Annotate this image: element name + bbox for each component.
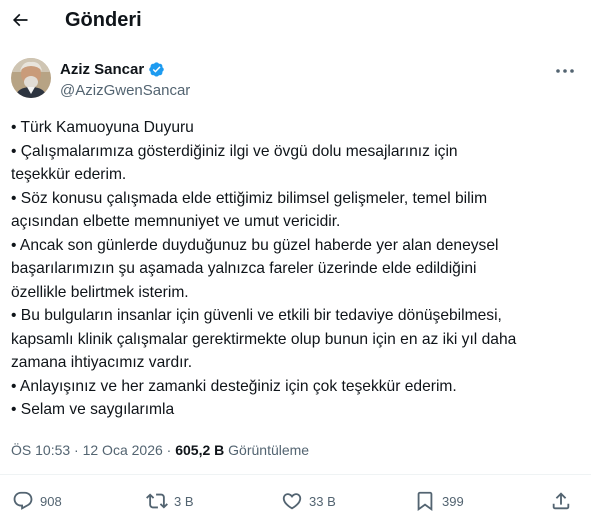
reply-icon [13, 491, 33, 510]
reply-button[interactable]: 908 [12, 490, 62, 512]
tweet-line: • Bu bulguların insanlar için güvenli ve… [11, 307, 502, 324]
like-count: 33 B [309, 493, 336, 509]
bookmark-button[interactable]: 399 [414, 490, 464, 512]
tweet-metadata: ÖS 10:53 · 12 Oca 2026 · 605,2 B Görüntü… [11, 442, 309, 458]
repost-icon [146, 493, 168, 509]
views-count: 605,2 B [175, 442, 225, 458]
tweet-line: • Ancak son günlerde duyduğunuz bu güzel… [11, 236, 499, 254]
bookmark-count: 399 [442, 493, 464, 509]
repost-count: 3 B [174, 493, 194, 509]
bookmark-icon [417, 491, 433, 512]
profile-photo [11, 58, 51, 98]
divider [0, 474, 591, 475]
tweet-line: • Türk Kamuoyuna Duyuru [11, 119, 194, 136]
arrow-left-icon [12, 13, 28, 27]
page-title: Gönderi [65, 9, 142, 31]
timestamp[interactable]: ÖS 10:53 · 12 Oca 2026 · [11, 442, 175, 458]
heart-icon [282, 493, 302, 510]
more-options-button[interactable] [553, 61, 577, 81]
tweet-line: • Söz konusu çalışmada elde ettiğimiz bi… [11, 189, 488, 207]
tweet-line: zamana ihtiyacımız vardır. [11, 354, 193, 371]
repost-button[interactable]: 3 B [146, 490, 194, 512]
back-button[interactable] [6, 6, 34, 34]
tweet-line: • Çalışmalarımıza gösterdiğiniz ilgi ve … [11, 142, 458, 160]
author-row: Aziz Sancar @AzizGwenSancar [0, 56, 591, 106]
avatar[interactable] [11, 58, 51, 98]
share-icon [552, 492, 570, 510]
action-bar: 908 3 B 33 B 399 [0, 480, 591, 524]
verified-badge-icon [149, 62, 164, 77]
tweet-line: açısından elbette memnuniyet ve umut ver… [11, 213, 341, 230]
tweet-line: kapsamlı klinik çalışmalar gerektirmekte… [11, 330, 517, 348]
like-button[interactable]: 33 B [281, 490, 336, 512]
tweet-line: başarılarımızın şu aşamada yalnızca fare… [11, 260, 477, 277]
user-handle[interactable]: @AzizGwenSancar [60, 82, 190, 99]
top-bar: Gönderi [0, 0, 591, 44]
tweet-line: özellikle belirtmek isterim. [11, 283, 189, 301]
name-row: Aziz Sancar [60, 61, 165, 78]
share-button[interactable] [550, 490, 572, 512]
tweet-text: • Türk Kamuoyuna Duyuru • Çalışmalarımız… [11, 116, 581, 422]
reply-count: 908 [40, 493, 62, 509]
tweet-line: • Anlayışınız ve her zamanki desteğiniz … [11, 377, 457, 395]
more-horizontal-icon [556, 69, 574, 73]
tweet-line: teşekkür ederim. [11, 166, 127, 183]
display-name[interactable]: Aziz Sancar [60, 61, 144, 78]
views-label: Görüntüleme [224, 442, 310, 458]
tweet-line: • Selam ve saygılarımla [11, 401, 175, 418]
